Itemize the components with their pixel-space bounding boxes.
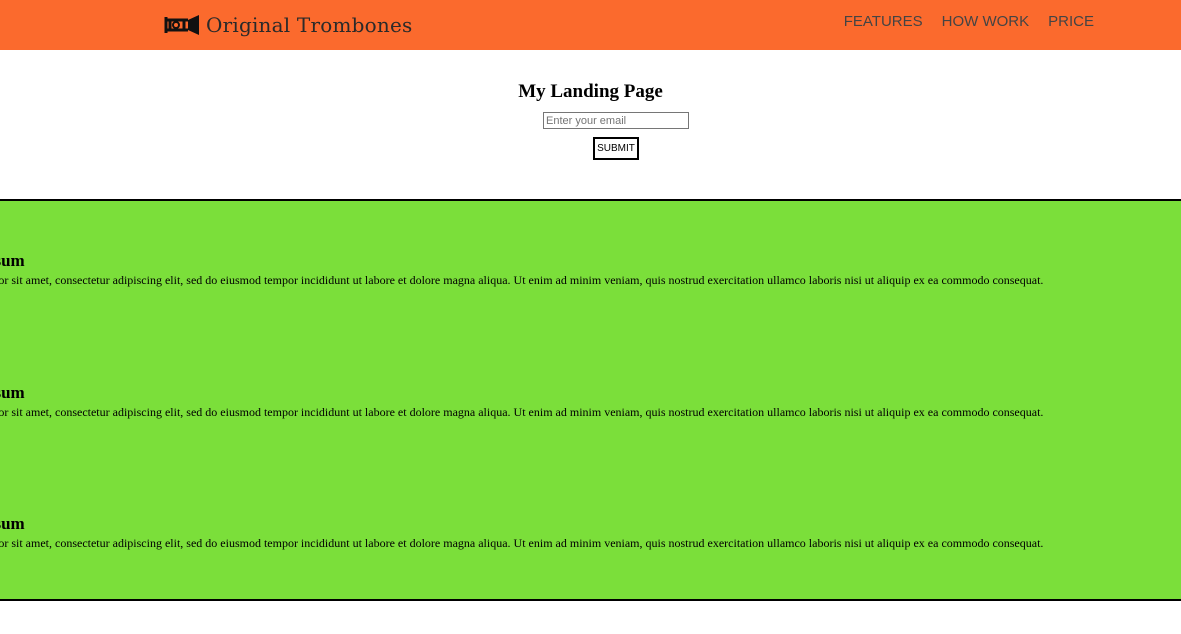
brand-logo-link[interactable]: Original Trombones [164,9,412,41]
feature-item: m Ipsum sum dolor sit amet, consectetur … [0,383,1043,420]
feature-heading: m Ipsum [0,514,25,533]
brand-name: Original Trombones [206,13,413,37]
nav-link-features[interactable]: FEATURES [844,13,923,30]
email-input[interactable] [543,112,689,129]
feature-item: m Ipsum sum dolor sit amet, consectetur … [0,514,1043,551]
top-navbar: Original Trombones FEATURES HOW WORK PRI… [0,0,1181,50]
trombone-icon [164,15,199,35]
feature-item: m Ipsum sum dolor sit amet, consectetur … [0,251,1043,288]
hero-section: My Landing Page SUBMIT [0,50,1181,200]
feature-text: sum dolor sit amet, consectetur adipisci… [0,405,1044,419]
page-title: My Landing Page [518,81,663,102]
features-section: m Ipsum sum dolor sit amet, consectetur … [0,199,1181,601]
main-nav: FEATURES HOW WORK PRICE [844,13,1094,30]
nav-link-how-work[interactable]: HOW WORK [942,13,1030,30]
nav-link-price[interactable]: PRICE [1048,13,1094,30]
feature-heading: m Ipsum [0,251,25,270]
feature-text: sum dolor sit amet, consectetur adipisci… [0,273,1044,287]
submit-button[interactable]: SUBMIT [593,137,639,160]
feature-text: sum dolor sit amet, consectetur adipisci… [0,536,1044,550]
feature-heading: m Ipsum [0,383,25,402]
